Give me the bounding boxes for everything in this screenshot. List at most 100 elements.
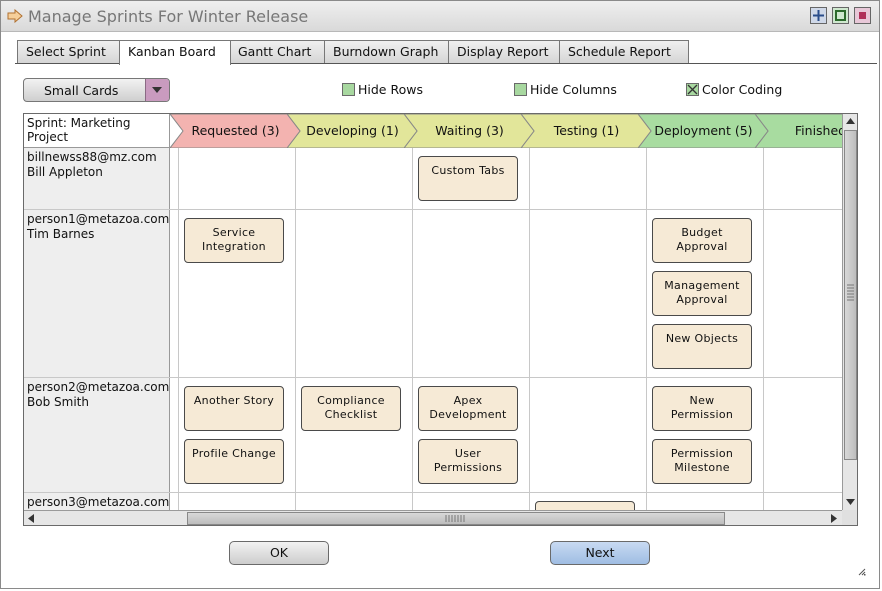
horizontal-scroll-thumb[interactable] <box>187 512 725 525</box>
kanban-board: Sprint: Marketing Project Requested (3) D… <box>23 113 858 526</box>
board-row: person3@metazoa.com <box>24 493 842 510</box>
grip-icon <box>847 284 854 301</box>
sprint-label: Sprint: Marketing Project <box>24 114 170 148</box>
column-label: Deployment (5) <box>654 123 753 138</box>
story-card[interactable]: New Permission <box>652 386 752 431</box>
card-title-line: Checklist <box>324 408 378 421</box>
resize-grip-icon[interactable] <box>856 566 866 576</box>
tab-display-report[interactable]: Display Report <box>448 40 560 64</box>
card-title-line: Profile Change <box>191 447 276 460</box>
arrow-right-icon <box>7 9 23 23</box>
add-icon <box>813 10 824 21</box>
vertical-scrollbar[interactable] <box>842 114 858 510</box>
column-header[interactable]: Developing (1) <box>287 114 418 148</box>
column-label: Requested (3) <box>191 123 280 138</box>
story-card[interactable]: User Permissions <box>418 439 518 484</box>
tab-gantt-chart[interactable]: Gantt Chart <box>229 40 325 64</box>
row-owner: person1@metazoa.com Tim Barnes <box>24 210 170 377</box>
maximize-icon <box>835 10 846 21</box>
manage-sprints-window: Manage Sprints For Winter Release Select… <box>0 0 880 589</box>
column-header[interactable]: Deployment (5) <box>638 114 769 148</box>
title-bar: Manage Sprints For Winter Release <box>1 1 879 32</box>
tab-burndown-graph[interactable]: Burndown Graph <box>324 40 449 64</box>
chevron-down-icon <box>152 87 162 93</box>
scroll-down-icon[interactable] <box>843 494 858 509</box>
checkbox-box[interactable] <box>686 83 699 96</box>
card-title-line: Approval <box>676 293 728 306</box>
card-title-line: Custom Tabs <box>431 164 505 177</box>
dropdown-arrow-button[interactable] <box>145 79 169 101</box>
owner-name: Bill Appleton <box>27 165 103 179</box>
checkbox-label: Hide Columns <box>530 82 617 97</box>
tab-bar: Select Sprint Kanban Board Gantt Chart B… <box>17 40 877 65</box>
tab-schedule-report[interactable]: Schedule Report <box>559 40 689 64</box>
column-header[interactable]: Waiting (3) <box>404 114 535 148</box>
card-title-line: Service <box>212 226 256 239</box>
card-title-line: New <box>689 394 715 407</box>
close-button[interactable] <box>854 7 871 24</box>
tab-label: Display Report <box>457 44 549 59</box>
card-title-line: Approval <box>676 240 728 253</box>
horizontal-scrollbar[interactable] <box>24 510 842 526</box>
tab-select-sprint[interactable]: Select Sprint <box>17 40 120 64</box>
story-card[interactable]: Compliance Checklist <box>301 386 401 431</box>
card-title-line: Management <box>664 279 740 292</box>
tab-kanban-board[interactable]: Kanban Board <box>119 40 231 65</box>
scroll-up-icon[interactable] <box>843 114 858 129</box>
scroll-corner <box>842 510 857 525</box>
add-window-button[interactable] <box>810 7 827 24</box>
scroll-left-icon[interactable] <box>24 511 39 526</box>
card-title-line: Milestone <box>674 461 730 474</box>
owner-name: Bob Smith <box>27 395 89 409</box>
owner-email: person3@metazoa.com <box>27 495 170 509</box>
story-card[interactable]: Management Approval <box>652 271 752 316</box>
row-owner: person2@metazoa.com Bob Smith <box>24 378 170 492</box>
tab-label: Gantt Chart <box>238 44 312 59</box>
checkbox-label: Hide Rows <box>358 82 423 97</box>
vertical-scroll-thumb[interactable] <box>844 130 857 460</box>
card-title-line: User <box>454 447 482 460</box>
card-size-dropdown[interactable]: Small Cards <box>23 78 170 102</box>
window-title: Manage Sprints For Winter Release <box>28 7 309 26</box>
ok-button[interactable]: OK <box>229 541 329 565</box>
row-owner: billnewss88@mz.com Bill Appleton <box>24 148 170 209</box>
story-card[interactable] <box>535 501 635 510</box>
story-card[interactable]: Apex Development <box>418 386 518 431</box>
owner-email: person1@metazoa.com <box>27 212 170 226</box>
card-title-line: Apex <box>453 394 483 407</box>
maximize-button[interactable] <box>832 7 849 24</box>
story-card[interactable]: Custom Tabs <box>418 156 518 201</box>
card-title-line: Budget <box>681 226 723 239</box>
column-header[interactable]: Testing (1) <box>521 114 652 148</box>
checkbox-box[interactable] <box>514 83 527 96</box>
board-row: billnewss88@mz.com Bill Appleton Custom Ta… <box>24 148 842 210</box>
story-card[interactable]: New Objects <box>652 324 752 369</box>
column-label: Waiting (3) <box>435 123 504 138</box>
owner-email: person2@metazoa.com <box>27 380 170 394</box>
row-owner: person3@metazoa.com <box>24 493 170 510</box>
tab-label: Schedule Report <box>568 44 671 59</box>
story-card[interactable]: Budget Approval <box>652 218 752 263</box>
column-divider <box>178 148 179 510</box>
card-title-line: Development <box>429 408 507 421</box>
check-x-icon <box>687 84 698 95</box>
next-button[interactable]: Next <box>550 541 650 565</box>
scroll-right-icon[interactable] <box>826 511 841 526</box>
story-card[interactable]: Permission Milestone <box>652 439 752 484</box>
tab-label: Burndown Graph <box>333 44 439 59</box>
story-card[interactable]: Profile Change <box>184 439 284 484</box>
checkbox-label: Color Coding <box>702 82 783 97</box>
column-divider <box>412 148 413 510</box>
column-header[interactable]: Requested (3) <box>170 114 301 148</box>
story-card[interactable]: Another Story <box>184 386 284 431</box>
card-title-line: Permission <box>670 408 734 421</box>
story-card[interactable]: Service Integration <box>184 218 284 263</box>
card-title-line: Permission <box>670 447 734 460</box>
column-label: Developing (1) <box>306 123 399 138</box>
checkbox-box[interactable] <box>342 83 355 96</box>
board-row: person1@metazoa.com Tim Barnes Service Inte… <box>24 210 842 378</box>
column-header-row: Sprint: Marketing Project Requested (3) D… <box>24 114 842 148</box>
owner-name: Tim Barnes <box>27 227 95 241</box>
column-label: Testing (1) <box>553 123 620 138</box>
column-divider <box>763 148 764 510</box>
